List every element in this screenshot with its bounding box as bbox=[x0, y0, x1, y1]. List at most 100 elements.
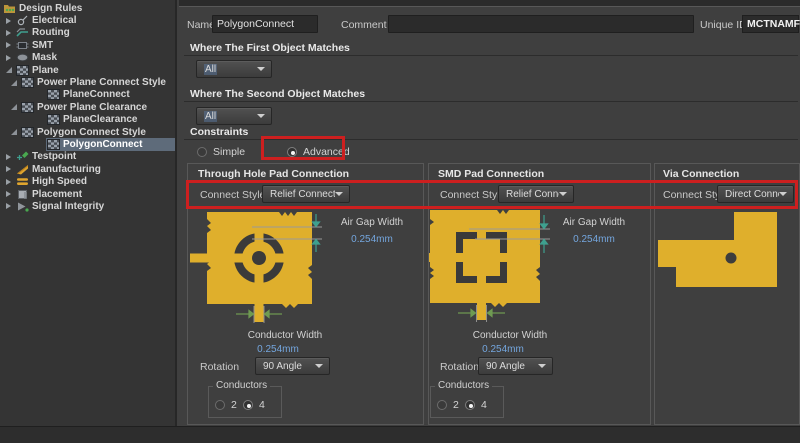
tree-item-label: Power Plane Connect Style bbox=[37, 77, 166, 88]
radio-label: Advanced bbox=[303, 146, 350, 158]
through-hole-connect-style-dropdown[interactable]: Relief Connect bbox=[262, 185, 350, 203]
tree-item-signal-integrity[interactable]: Signal Integrity bbox=[0, 200, 175, 212]
dropdown-value: Relief Connect bbox=[263, 189, 335, 200]
name-input[interactable] bbox=[212, 15, 318, 33]
comment-input[interactable] bbox=[388, 15, 694, 33]
through-hole-relief-diagram bbox=[186, 211, 422, 333]
tree-item-smt[interactable]: SMT bbox=[0, 39, 175, 51]
second-match-scope-dropdown[interactable]: All bbox=[196, 107, 272, 125]
via-connect-style-dropdown[interactable]: Direct Connect bbox=[717, 185, 794, 203]
collapse-arrow-icon[interactable] bbox=[11, 129, 20, 135]
name-label: Name bbox=[187, 19, 215, 31]
collapse-arrow-icon[interactable] bbox=[6, 67, 15, 73]
smd-conductors-4-radio[interactable]: 4 bbox=[465, 399, 487, 411]
advanced-mode-radio[interactable]: Advanced bbox=[287, 146, 350, 158]
air-gap-label: Air Gap Width bbox=[330, 217, 414, 228]
radio-label: 2 bbox=[453, 399, 459, 411]
expand-arrow-icon[interactable] bbox=[6, 30, 15, 36]
tree-item-manufacturing[interactable]: Manufacturing bbox=[0, 163, 175, 175]
tree-item-label: High Speed bbox=[32, 176, 87, 187]
first-match-scope-dropdown[interactable]: All bbox=[196, 60, 272, 78]
top-strip bbox=[179, 0, 800, 7]
expand-arrow-icon[interactable] bbox=[6, 42, 15, 48]
air-gap-value: 0.254mm bbox=[550, 234, 638, 245]
rotation-label: Rotation bbox=[440, 361, 479, 373]
dropdown-value: 90 Angle bbox=[256, 361, 315, 372]
tree-item-planeclearance[interactable]: PlaneClearance bbox=[0, 114, 175, 126]
panel-title: Through Hole Pad Connection bbox=[198, 168, 349, 180]
collapse-arrow-icon[interactable] bbox=[11, 104, 20, 110]
rule-icon bbox=[47, 114, 60, 125]
tree-item-placement[interactable]: Placement bbox=[0, 188, 175, 200]
constraints-section-header: Constraints bbox=[184, 124, 798, 140]
connect-style-label: Connect Style bbox=[440, 189, 505, 201]
smd-connect-style-dropdown[interactable]: Relief Connect bbox=[498, 185, 574, 203]
chevron-down-icon bbox=[257, 67, 265, 71]
tree-item-label: PlaneClearance bbox=[63, 114, 138, 125]
tree-item-label: Polygon Connect Style bbox=[37, 127, 146, 138]
panel-title: Via Connection bbox=[663, 168, 739, 180]
tree-item-electrical[interactable]: Electrical bbox=[0, 14, 175, 26]
tree-item-design-rules[interactable]: Design Rules bbox=[0, 2, 175, 14]
expand-arrow-icon[interactable] bbox=[6, 203, 15, 209]
testpoint-icon bbox=[16, 151, 29, 162]
radio-icon bbox=[215, 400, 225, 410]
conductor-width-label: Conductor Width bbox=[235, 330, 335, 341]
bottom-strip bbox=[0, 426, 800, 443]
radio-icon bbox=[197, 147, 207, 157]
tree-item-mask[interactable]: Mask bbox=[0, 52, 175, 64]
radio-label: Simple bbox=[213, 146, 245, 158]
expand-arrow-icon[interactable] bbox=[6, 191, 15, 197]
tree-item-power-plane-clearance[interactable]: Power Plane Clearance bbox=[0, 101, 175, 113]
rule-icon bbox=[47, 139, 60, 150]
tree-item-label: Power Plane Clearance bbox=[37, 102, 147, 113]
radio-label: 2 bbox=[231, 399, 237, 411]
electrical-icon bbox=[16, 15, 29, 26]
rotation-label: Rotation bbox=[200, 361, 239, 373]
expand-arrow-icon[interactable] bbox=[6, 55, 15, 61]
radio-icon bbox=[287, 147, 297, 157]
tree-item-planeconnect[interactable]: PlaneConnect bbox=[0, 89, 175, 101]
unique-id-value: MCTNAMFK bbox=[742, 15, 799, 33]
expand-arrow-icon[interactable] bbox=[6, 154, 15, 160]
dropdown-value: All bbox=[204, 64, 217, 75]
tree-item-high-speed[interactable]: High Speed bbox=[0, 175, 175, 187]
rule-type-icon bbox=[21, 77, 34, 88]
tree-item-plane[interactable]: Plane bbox=[0, 64, 175, 76]
rule-type-icon bbox=[21, 127, 34, 138]
smt-icon bbox=[16, 40, 29, 51]
expand-arrow-icon[interactable] bbox=[6, 18, 15, 24]
tree-item-label: PolygonConnect bbox=[63, 139, 142, 150]
rule-type-icon bbox=[21, 102, 34, 113]
first-match-section-header: Where The First Object Matches bbox=[184, 40, 798, 56]
tree-item-polygon-connect-style[interactable]: Polygon Connect Style bbox=[0, 126, 175, 138]
simple-mode-radio[interactable]: Simple bbox=[197, 146, 245, 158]
expand-arrow-icon[interactable] bbox=[6, 179, 15, 185]
via-direct-connect-diagram bbox=[654, 205, 800, 293]
radio-icon bbox=[465, 400, 475, 410]
tree-item-label: Testpoint bbox=[32, 151, 76, 162]
mask-icon bbox=[16, 52, 29, 63]
smd-rotation-dropdown[interactable]: 90 Angle bbox=[478, 357, 553, 375]
tree-item-label: Routing bbox=[32, 27, 70, 38]
section-title: Constraints bbox=[190, 126, 248, 138]
through-hole-conductors-4-radio[interactable]: 4 bbox=[243, 399, 265, 411]
signal-integrity-icon bbox=[16, 201, 29, 212]
dropdown-value: Direct Connect bbox=[718, 189, 779, 200]
design-rules-folder-icon bbox=[3, 3, 16, 14]
dropdown-value: All bbox=[204, 111, 217, 122]
placement-icon bbox=[16, 189, 29, 200]
through-hole-rotation-dropdown[interactable]: 90 Angle bbox=[255, 357, 330, 375]
smd-conductors-2-radio[interactable]: 2 bbox=[437, 399, 459, 411]
tree-item-routing[interactable]: Routing bbox=[0, 27, 175, 39]
through-hole-conductors-2-radio[interactable]: 2 bbox=[215, 399, 237, 411]
tree-item-polygonconnect-selected[interactable]: PolygonConnect bbox=[0, 138, 175, 150]
tree-item-label: Placement bbox=[32, 189, 82, 200]
expand-arrow-icon[interactable] bbox=[6, 166, 15, 172]
panel-title: SMD Pad Connection bbox=[438, 168, 544, 180]
collapse-arrow-icon[interactable] bbox=[11, 80, 20, 86]
tree-item-testpoint[interactable]: Testpoint bbox=[0, 151, 175, 163]
conductor-width-value: 0.254mm bbox=[453, 344, 553, 355]
routing-icon bbox=[16, 27, 29, 38]
tree-item-power-plane-connect-style[interactable]: Power Plane Connect Style bbox=[0, 76, 175, 88]
